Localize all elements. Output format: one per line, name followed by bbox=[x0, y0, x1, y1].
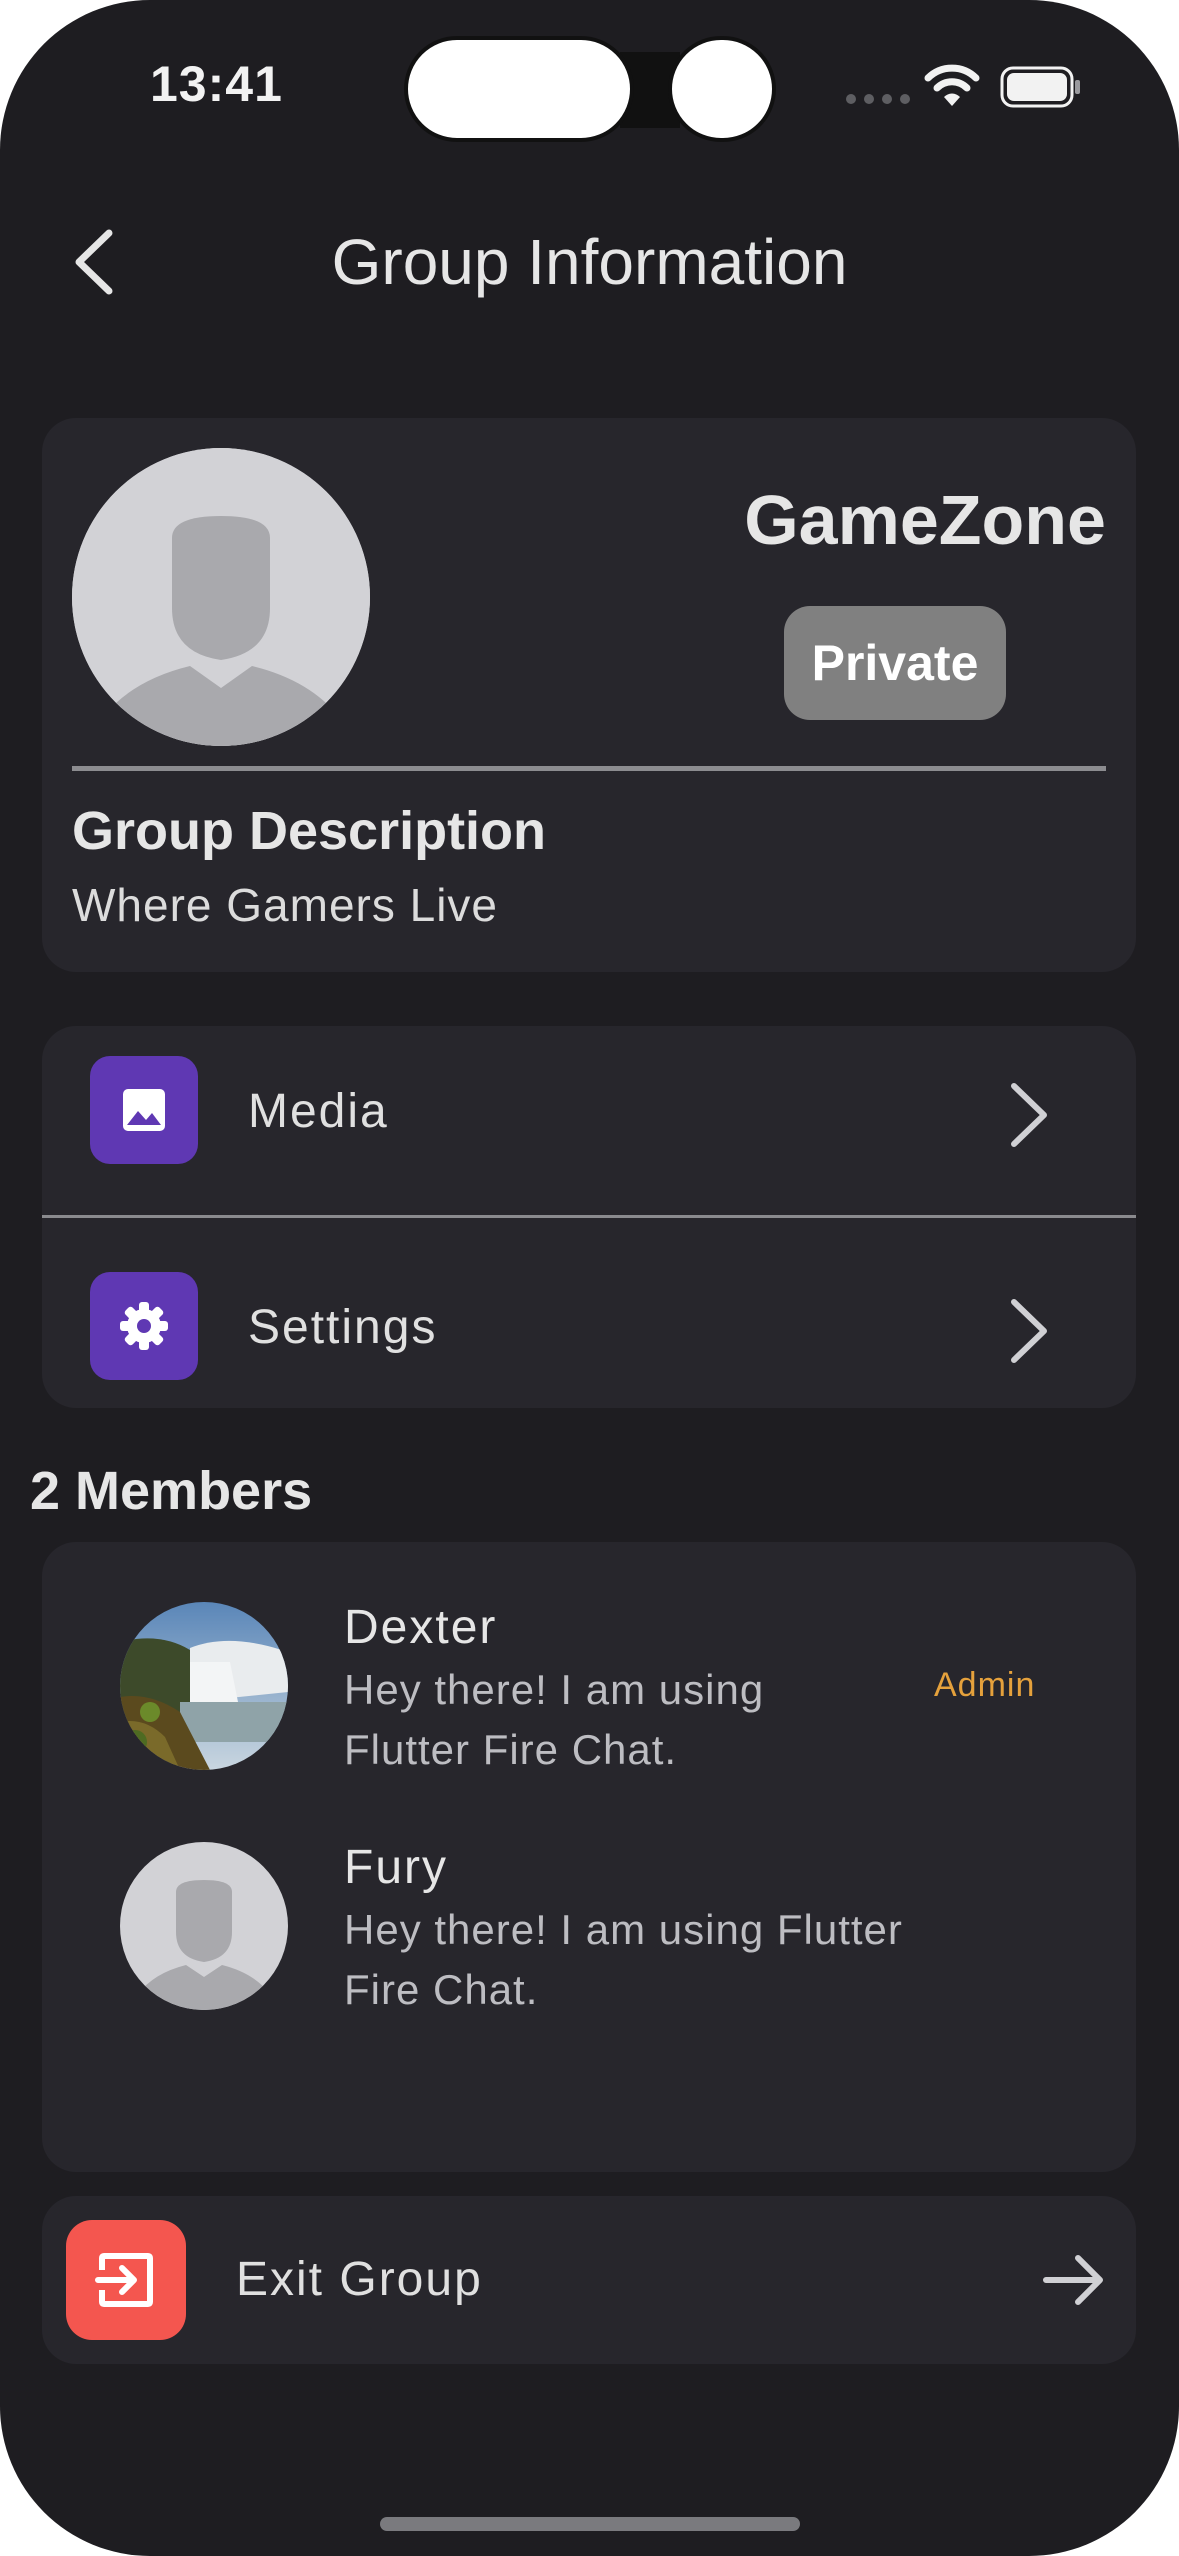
person-placeholder-icon bbox=[72, 448, 370, 746]
exit-icon-tile bbox=[66, 2220, 186, 2340]
page-title: Group Information bbox=[331, 226, 848, 298]
member-row-fury[interactable]: Fury Hey there! I am using Flutter Fire … bbox=[42, 1820, 1136, 2030]
gear-icon bbox=[120, 1302, 168, 1350]
member-status: Hey there! I am using Flutter Fire Chat. bbox=[344, 1906, 903, 2013]
dynamic-island bbox=[404, 36, 634, 142]
wifi-icon bbox=[924, 64, 980, 106]
description-heading: Group Description bbox=[72, 801, 547, 861]
status-time: 13:41 bbox=[150, 56, 283, 112]
admin-badge: Admin bbox=[934, 1666, 1036, 1704]
media-icon-tile bbox=[90, 1056, 198, 1164]
home-indicator[interactable] bbox=[380, 2517, 800, 2531]
members-count-heading: 2 Members bbox=[30, 1461, 313, 1521]
signal-dots-icon bbox=[846, 94, 910, 104]
chevron-right-icon bbox=[1011, 1083, 1047, 1147]
chevron-right-icon bbox=[1011, 1299, 1047, 1363]
divider bbox=[72, 766, 1106, 771]
waterfall-landscape-image bbox=[120, 1602, 288, 1770]
media-label: Media bbox=[248, 1085, 389, 1138]
member-row-dexter[interactable]: Dexter Hey there! I am using Flutter Fir… bbox=[42, 1580, 1136, 1790]
settings-icon-tile bbox=[90, 1272, 198, 1380]
camera-cutout bbox=[668, 36, 776, 142]
media-row[interactable]: Media bbox=[42, 1026, 1136, 1214]
member-name: Dexter bbox=[344, 1601, 498, 1654]
exit-group-label: Exit Group bbox=[236, 2253, 483, 2306]
person-placeholder-icon bbox=[120, 1842, 288, 2010]
description-text: Where Gamers Live bbox=[72, 879, 499, 931]
exit-icon bbox=[95, 2253, 153, 2307]
member-name: Fury bbox=[344, 1841, 448, 1894]
group-name: GameZone bbox=[744, 481, 1106, 559]
arrow-right-icon bbox=[1043, 2255, 1103, 2305]
chevron-left-icon bbox=[75, 229, 113, 295]
group-avatar[interactable] bbox=[72, 448, 370, 746]
phone-screen: 13:41 Group Information GameZone Private… bbox=[0, 0, 1179, 2556]
exit-group-button[interactable] bbox=[42, 2196, 1136, 2364]
battery-icon bbox=[1000, 66, 1080, 108]
settings-label: Settings bbox=[248, 1301, 438, 1354]
member-avatar bbox=[120, 1602, 288, 1770]
member-status: Hey there! I am using Flutter Fire Chat. bbox=[344, 1666, 765, 1773]
image-icon bbox=[123, 1089, 165, 1131]
back-button[interactable] bbox=[58, 222, 128, 302]
member-avatar bbox=[120, 1842, 288, 2010]
settings-row[interactable]: Settings bbox=[42, 1218, 1136, 1408]
privacy-badge: Private bbox=[784, 606, 1006, 720]
